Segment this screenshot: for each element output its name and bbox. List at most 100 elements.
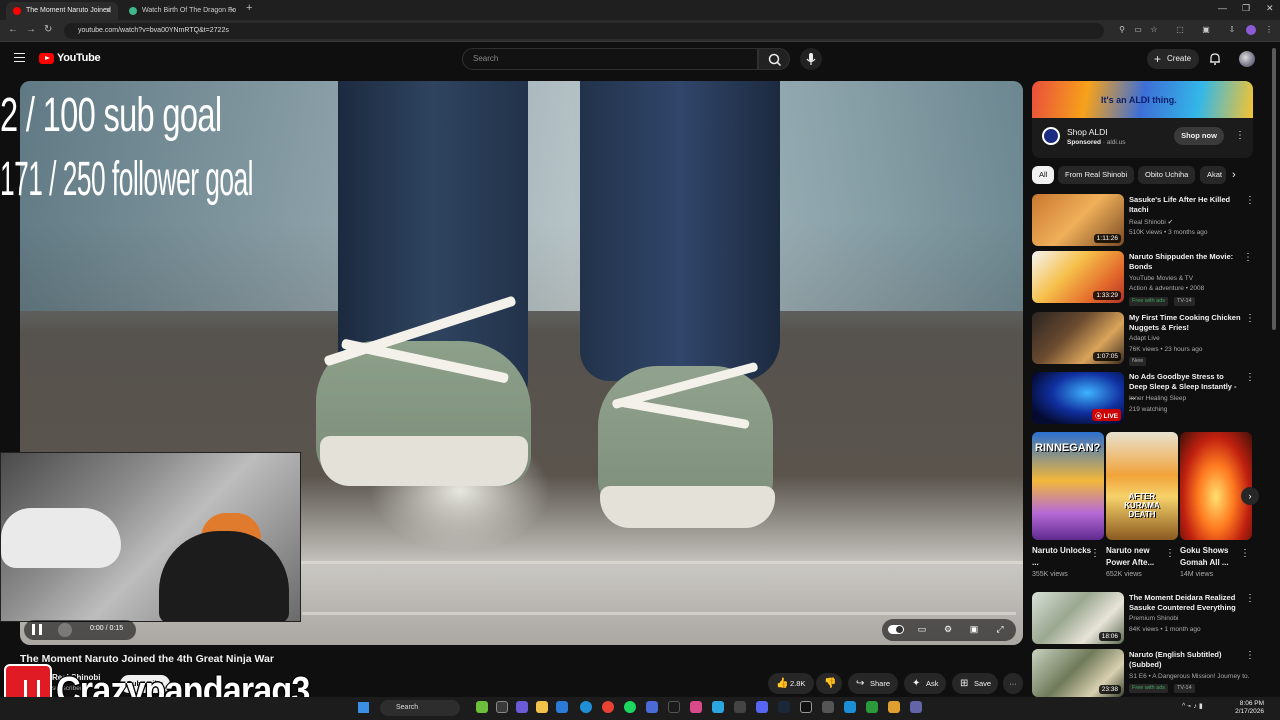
app-icon[interactable] (822, 701, 834, 713)
short-thumbnail[interactable] (1180, 432, 1252, 540)
like-button[interactable]: 👍 2.8K (768, 673, 814, 694)
app-icon[interactable] (734, 701, 746, 713)
taskbar-clock[interactable]: 8:06 PM 2/17/2026 (1226, 700, 1264, 716)
short-title[interactable]: Naruto new Power Afte... (1106, 545, 1166, 569)
short-more-icon[interactable]: ⋮ (1090, 548, 1100, 560)
close-window-icon[interactable]: ✕ (1266, 3, 1274, 14)
browser-tab[interactable]: Watch Birth Of The Dragon Fo ✕ (122, 2, 242, 20)
downloads-icon[interactable]: ⇩ (1227, 25, 1237, 35)
video-thumbnail[interactable]: 1:07:05 (1032, 312, 1124, 364)
voice-search-button[interactable] (800, 48, 822, 70)
chip-obito-uchiha[interactable]: Obito Uchiha (1138, 166, 1196, 184)
notifications-bell-icon[interactable] (1209, 52, 1221, 65)
app-icon[interactable] (888, 701, 900, 713)
shop-now-button[interactable]: Shop now (1174, 127, 1224, 145)
short-more-icon[interactable]: ⋮ (1240, 548, 1250, 560)
cast-icon[interactable]: ▭ (1133, 25, 1143, 35)
create-button[interactable]: + Create (1147, 49, 1199, 69)
volume-icon[interactable] (58, 623, 72, 637)
settings-gear-icon[interactable]: ⚙ (942, 624, 954, 635)
xbox-icon[interactable] (866, 701, 878, 713)
search-input[interactable]: Search (462, 48, 758, 70)
short-thumbnail[interactable]: RINNEGAN? (1032, 432, 1104, 540)
ad-title[interactable]: Shop ALDI (1067, 127, 1108, 137)
ask-button[interactable]: ✦ Ask (904, 673, 946, 694)
fullscreen-icon[interactable]: ⤢ (994, 624, 1006, 635)
short-thumbnail[interactable]: AFTER KURAMA DEATH (1106, 432, 1178, 540)
channel-name[interactable]: Inner Healing Sleep (1129, 395, 1186, 402)
dislike-button[interactable]: 👎 (816, 673, 842, 694)
video-more-icon[interactable]: ⋮ (1245, 593, 1255, 605)
shorts-next-arrow-icon[interactable]: › (1241, 487, 1259, 505)
file-explorer-icon[interactable] (536, 701, 548, 713)
system-tray-icons[interactable]: ^ ⌁ ♪ ▮ (1182, 702, 1203, 710)
minimize-icon[interactable]: — (1218, 3, 1227, 13)
video-thumbnail[interactable]: 1:11:26 (1032, 194, 1124, 246)
chevron-right-icon[interactable]: › (1232, 169, 1236, 181)
autoplay-toggle[interactable] (888, 625, 904, 634)
channel-name[interactable]: Premium Shinobi (1129, 615, 1179, 622)
video-thumbnail[interactable]: 18:06 (1032, 592, 1124, 644)
split-view-icon[interactable]: ▣ (1201, 25, 1211, 35)
app-icon[interactable] (844, 701, 856, 713)
short-title[interactable]: Goku Shows Gomah All ... (1180, 545, 1240, 569)
short-more-icon[interactable]: ⋮ (1165, 548, 1175, 560)
video-title-link[interactable]: Sasuke's Life After He Killed Itachi (1129, 195, 1241, 215)
url-field[interactable]: youtube.com/watch?v=bva00YNmRTQ&t=2722s (64, 23, 1104, 39)
reload-icon[interactable]: ↻ (44, 24, 52, 35)
chip-from-channel[interactable]: From Real Shinobi (1058, 166, 1135, 184)
maximize-icon[interactable]: ❐ (1242, 3, 1250, 14)
more-actions-button[interactable]: ··· (1003, 673, 1023, 694)
taskbar-search[interactable]: Search (380, 700, 460, 716)
close-tab-icon[interactable]: ✕ (105, 2, 112, 20)
pause-icon[interactable] (32, 624, 42, 635)
video-more-icon[interactable]: ⋮ (1243, 252, 1253, 264)
zoom-icon[interactable]: ⚲ (1117, 25, 1127, 35)
browser-menu-icon[interactable]: ⋮ (1264, 25, 1274, 35)
hamburger-menu-icon[interactable] (14, 53, 25, 62)
new-tab-button[interactable]: + (246, 2, 252, 14)
widgets-icon[interactable] (476, 701, 488, 713)
back-icon[interactable]: ← (8, 24, 18, 35)
video-more-icon[interactable]: ⋮ (1245, 313, 1255, 325)
page-scrollbar[interactable] (1272, 48, 1276, 330)
edge-icon[interactable] (580, 701, 592, 713)
teams-icon[interactable] (910, 701, 922, 713)
windows-start-icon[interactable] (358, 702, 369, 713)
channel-name[interactable]: Real Shinobi ✔ (1129, 218, 1173, 226)
video-title-link[interactable]: My First Time Cooking Chicken Nuggets & … (1129, 313, 1241, 333)
miniplayer-icon[interactable]: ▣ (968, 624, 980, 635)
share-button[interactable]: ↪ Share (848, 673, 898, 694)
video-more-icon[interactable]: ⋮ (1245, 195, 1255, 207)
video-more-icon[interactable]: ⋮ (1245, 372, 1255, 384)
youtube-logo-text[interactable]: YouTube (57, 52, 101, 64)
video-title-link[interactable]: Naruto (English Subtitled) (Subbed) (1129, 650, 1241, 670)
video-more-icon[interactable]: ⋮ (1245, 650, 1255, 662)
captions-icon[interactable]: ▭ (916, 624, 928, 635)
search-button[interactable] (758, 48, 790, 70)
task-view-icon[interactable] (496, 701, 508, 713)
chip-all[interactable]: All (1032, 166, 1055, 184)
video-title-link[interactable]: The Moment Deidara Realized Sasuke Count… (1129, 593, 1241, 613)
channel-name[interactable]: YouTube Movies & TV (1129, 275, 1193, 282)
app-icon[interactable] (712, 701, 724, 713)
bookmark-star-icon[interactable]: ☆ (1149, 25, 1159, 35)
profile-avatar[interactable] (1246, 25, 1256, 35)
close-tab-icon[interactable]: ✕ (229, 2, 236, 20)
account-avatar[interactable] (1239, 51, 1255, 67)
video-thumbnail[interactable]: ⦿ LIVE (1032, 372, 1124, 424)
browser-tab-active[interactable]: The Moment Naruto Joined ✕ (6, 2, 118, 20)
discord-icon[interactable] (756, 701, 768, 713)
video-title-link[interactable]: Naruto Shippuden the Movie: Bonds (1129, 252, 1241, 272)
steam-icon[interactable] (778, 701, 790, 713)
chip-akat[interactable]: Akat (1200, 166, 1226, 184)
ad-more-icon[interactable]: ⋮ (1235, 130, 1245, 142)
app-icon[interactable] (646, 701, 658, 713)
video-thumbnail[interactable]: 23:38 (1032, 649, 1124, 697)
save-button[interactable]: ⊞ Save (952, 673, 998, 694)
video-thumbnail[interactable]: 1:33:29 (1032, 251, 1124, 303)
kick-icon[interactable] (800, 701, 812, 713)
youtube-logo-icon[interactable] (39, 53, 54, 64)
copilot-icon[interactable] (516, 701, 528, 713)
tiktok-icon[interactable] (668, 701, 680, 713)
